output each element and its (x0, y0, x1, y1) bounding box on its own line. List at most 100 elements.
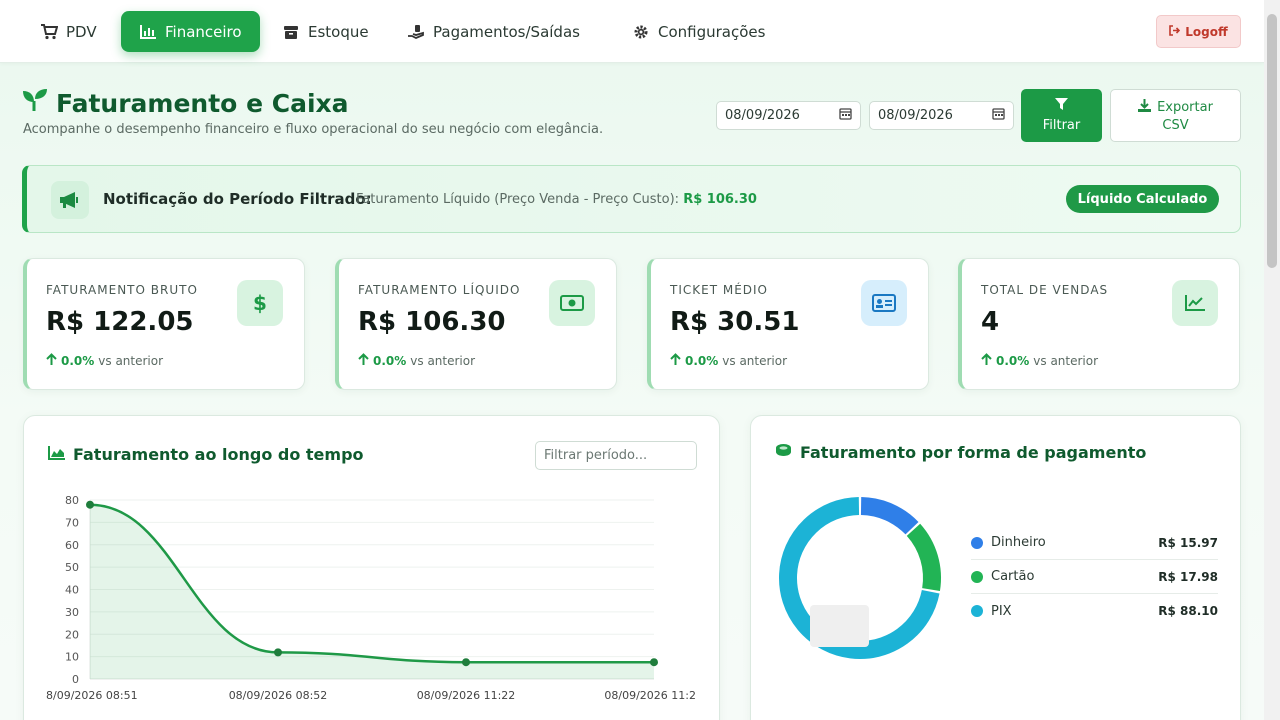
legend-item[interactable]: PIX R$ 88.10 (971, 594, 1218, 628)
kpi-delta-pct: 0.0% (685, 353, 719, 368)
kpi-delta-pct: 0.0% (373, 353, 407, 368)
pie-slice-carto[interactable] (906, 523, 941, 592)
series-area (90, 504, 654, 679)
page-scrollbar[interactable] (1264, 0, 1280, 720)
nav-item-label: Financeiro (165, 22, 242, 41)
kpi-delta-text: vs anterior (410, 353, 476, 368)
notification-value: R$ 106.30 (683, 192, 757, 207)
kpi-delta: 0.0% vs anterior (670, 353, 787, 368)
liquido-calculado-badge: Líquido Calculado (1066, 185, 1219, 213)
y-tick-label: 20 (65, 628, 79, 641)
money-bill-icon (549, 280, 595, 326)
export-label-2: CSV (1162, 117, 1189, 133)
kpi-label: TICKET MÉDIO (670, 283, 769, 297)
period-notification: Notificação do Período Filtrado: Faturam… (22, 165, 1241, 233)
box-icon (282, 23, 300, 41)
y-tick-label: 60 (65, 539, 79, 552)
kpi-delta-pct: 0.0% (61, 353, 95, 368)
y-tick-label: 80 (65, 494, 79, 507)
legend-value: R$ 17.98 (1158, 569, 1218, 584)
legend-dot (971, 605, 983, 617)
x-tick-label: 08/09/2026 11:2 (604, 689, 696, 702)
legend-item[interactable]: Dinheiro R$ 15.97 (971, 526, 1218, 560)
date-to-input[interactable]: 08/09/2026 (869, 101, 1014, 130)
kpi-card-faturamento-liquido: FATURAMENTO LÍQUIDO R$ 106.30 0.0% vs an… (335, 258, 617, 390)
top-nav: PDV Financeiro Estoque Pagamentos/Saídas… (0, 0, 1264, 63)
scrollbar-thumb[interactable] (1267, 14, 1277, 268)
legend-value: R$ 88.10 (1158, 604, 1218, 618)
page-title: Faturamento e Caixa (22, 88, 349, 118)
filter-button[interactable]: Filtrar (1021, 89, 1102, 142)
cart-icon (40, 23, 58, 41)
legend-label: Cartão (991, 569, 1035, 584)
kpi-label: FATURAMENTO LÍQUIDO (358, 283, 521, 297)
sign-out-icon (1169, 24, 1181, 39)
nav-item-label: Configurações (658, 22, 766, 41)
logoff-button[interactable]: Logoff (1156, 15, 1241, 48)
megaphone-icon (51, 181, 89, 219)
nav-item-configuracoes[interactable]: Configurações (614, 11, 783, 52)
notification-title: Notificação do Período Filtrado: (103, 190, 372, 208)
download-icon (1138, 98, 1152, 116)
page-subtitle: Acompanhe o desempenho financeiro e flux… (23, 122, 604, 137)
hand-money-icon (407, 23, 425, 41)
period-filter-input[interactable]: Filtrar período... (535, 441, 697, 470)
dollar-icon: $ (237, 280, 283, 326)
data-point[interactable] (86, 500, 94, 509)
logoff-label: Logoff (1185, 24, 1228, 39)
legend-value: R$ 15.97 (1158, 535, 1218, 550)
kpi-delta-pct: 0.0% (996, 353, 1030, 368)
pie-chart (779, 497, 941, 659)
calendar-icon (992, 107, 1005, 124)
y-tick-label: 70 (65, 516, 79, 529)
chart-icon (139, 23, 157, 41)
legend-label: PIX (991, 603, 1012, 619)
nav-item-label: Pagamentos/Saídas (433, 22, 580, 41)
filter-icon (1055, 98, 1068, 115)
nav-item-pdv[interactable]: PDV (22, 11, 115, 52)
kpi-label: FATURAMENTO BRUTO (46, 283, 198, 297)
notification-description: Faturamento Líquido (Preço Venda - Preço… (356, 192, 680, 207)
date-from-input[interactable]: 08/09/2026 (716, 101, 861, 130)
date-to-value: 08/09/2026 (878, 108, 953, 123)
pie-slice-dinheiro[interactable] (860, 497, 919, 535)
kpi-value: R$ 122.05 (46, 307, 194, 337)
nav-item-pagamentos[interactable]: Pagamentos/Saídas (389, 11, 598, 52)
data-point[interactable] (462, 658, 470, 667)
gear-icon (632, 23, 650, 41)
data-point[interactable] (650, 658, 658, 667)
area-chart-icon (48, 445, 65, 464)
nav-item-financeiro[interactable]: Financeiro (121, 11, 260, 52)
nav-item-label: Estoque (308, 22, 369, 41)
kpi-value: R$ 30.51 (670, 307, 800, 337)
kpi-card-total-vendas: TOTAL DE VENDAS 4 0.0% vs anterior (958, 258, 1240, 390)
y-tick-label: 40 (65, 584, 79, 597)
svg-text:$: $ (253, 292, 267, 314)
seedling-icon (22, 88, 48, 118)
chart-tooltip-placeholder (810, 605, 869, 647)
legend-dot (971, 570, 983, 583)
nav-item-estoque[interactable]: Estoque (264, 11, 387, 52)
kpi-delta: 0.0% vs anterior (981, 353, 1098, 368)
line-chart: 0 10 20 30 40 50 60 70 80 8/09/2026 08:51 08/09/20… (46, 494, 696, 702)
kpi-delta-text: vs anterior (98, 353, 164, 368)
line-chart-title-text: Faturamento ao longo do tempo (73, 445, 364, 464)
data-point[interactable] (274, 648, 282, 657)
coins-icon (775, 443, 792, 462)
kpi-value: 4 (981, 307, 1000, 337)
x-tick-label: 8/09/2026 08:51 (46, 689, 138, 702)
pie-chart-title-text: Faturamento por forma de pagamento (800, 443, 1147, 462)
export-label-1: Exportar (1157, 99, 1213, 115)
legend-item[interactable]: Cartão R$ 17.98 (971, 560, 1218, 594)
kpi-card-faturamento-bruto: FATURAMENTO BRUTO R$ 122.05 0.0% vs ante… (23, 258, 305, 390)
arrow-up-icon (670, 353, 681, 368)
calendar-icon (839, 107, 852, 124)
x-tick-label: 08/09/2026 08:52 (229, 689, 328, 702)
id-card-icon (861, 280, 907, 326)
x-tick-label: 08/09/2026 11:22 (417, 689, 516, 702)
period-filter-placeholder: Filtrar período... (544, 448, 648, 463)
export-csv-button[interactable]: Exportar CSV (1110, 89, 1241, 142)
arrow-up-icon (981, 353, 992, 368)
legend-label: Dinheiro (991, 535, 1046, 550)
kpi-delta: 0.0% vs anterior (358, 353, 475, 368)
